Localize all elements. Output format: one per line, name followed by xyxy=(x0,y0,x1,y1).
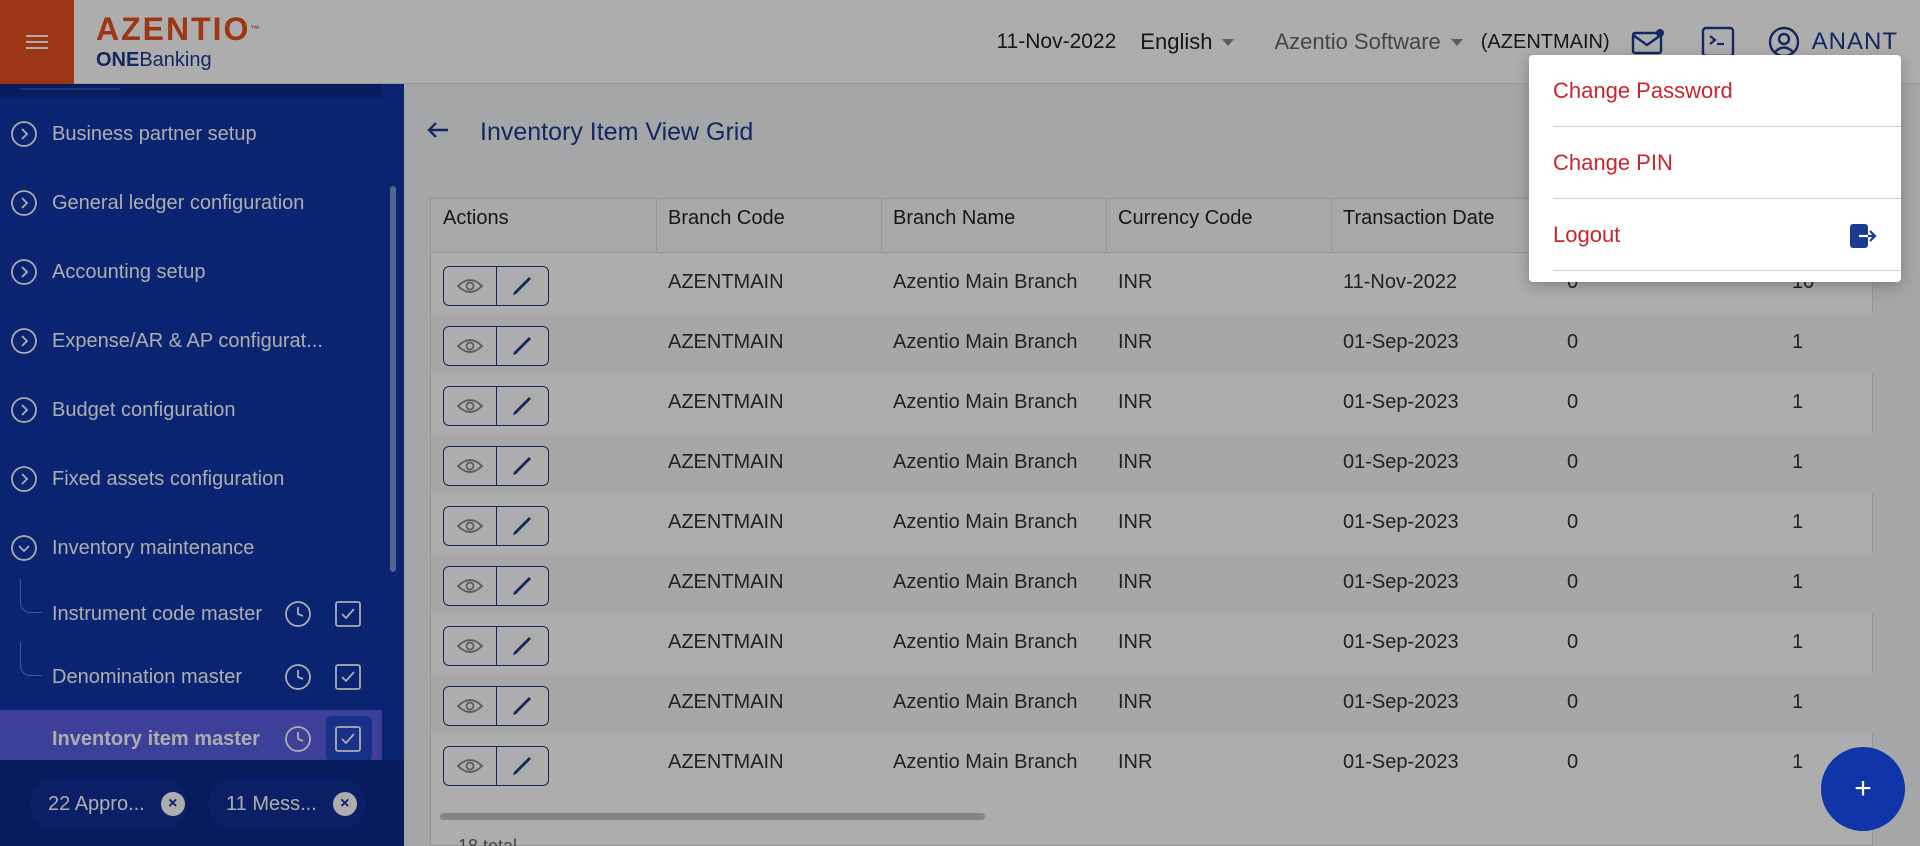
menu-item-label: Logout xyxy=(1553,221,1621,247)
user-dropdown-menu: Change Password Change PIN Logout xyxy=(1529,55,1901,282)
add-fab-button[interactable]: + xyxy=(1821,747,1905,831)
logout-icon xyxy=(1850,224,1877,248)
menu-item-label: Change Password xyxy=(1553,77,1733,103)
change-password-menu-item[interactable]: Change Password xyxy=(1553,55,1901,127)
plus-icon: + xyxy=(1854,772,1872,805)
change-pin-menu-item[interactable]: Change PIN xyxy=(1553,127,1901,199)
menu-item-label: Change PIN xyxy=(1553,149,1673,175)
logout-menu-item[interactable]: Logout xyxy=(1553,199,1901,271)
